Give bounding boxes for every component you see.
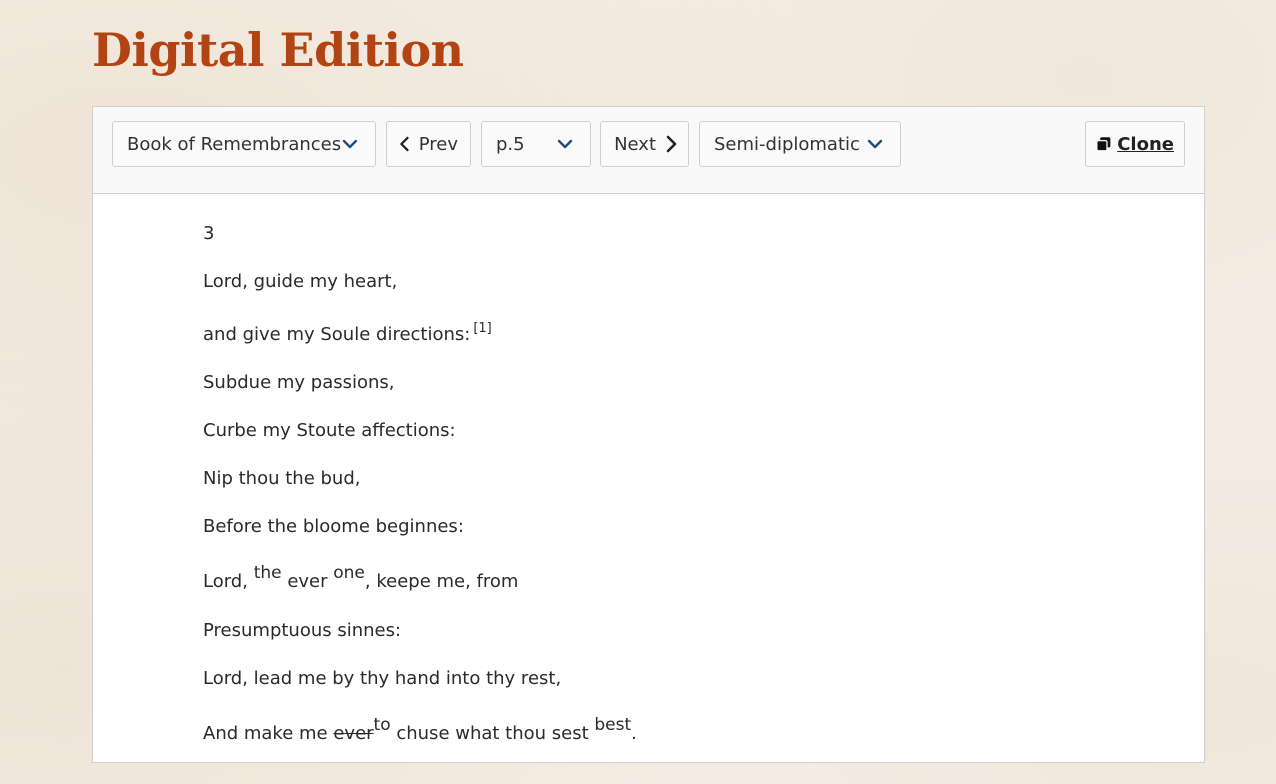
clone-button[interactable]: Clone (1085, 121, 1185, 167)
verse-line: Lord, the ever one, keepe me, from (203, 563, 519, 594)
chevron-down-icon (342, 139, 358, 149)
interlinear-addition: to (373, 715, 391, 735)
chevron-down-icon (557, 139, 573, 149)
verse-line: Nip thou the bud, (203, 468, 361, 489)
footnote-reference[interactable]: [1] (473, 321, 491, 336)
prev-button-label: Prev (418, 133, 458, 155)
interlinear-addition: one (333, 563, 365, 583)
verse-line: Before the bloome beginnes: (203, 516, 464, 537)
chevron-down-icon (867, 139, 883, 149)
verse-text: , keepe me, from (364, 571, 519, 592)
verse-text: chuse what thou sest (390, 723, 595, 744)
edition-viewer: Book of Remembrances Prev p.5 Next Semi- (92, 106, 1205, 763)
view-mode-value: Semi-diplomatic (714, 133, 860, 155)
verse-text: . (631, 723, 637, 744)
page-title: Digital Edition (92, 23, 464, 77)
chevron-right-icon (666, 135, 677, 153)
clone-icon (1096, 137, 1111, 152)
verse-line: And make me everto chuse what thou sest … (203, 715, 637, 746)
verse-line: Curbe my Stoute affections: (203, 420, 456, 441)
verse-line-text: and give my Soule directions: (203, 324, 471, 345)
verse-line: Presumptuous sinnes: (203, 620, 402, 641)
next-page-button[interactable]: Next (600, 121, 689, 167)
verse-line: Subdue my passions, (203, 372, 395, 393)
verse-line: and give my Soule directions: [1] (203, 321, 492, 349)
deleted-text: ever (333, 723, 374, 744)
page-select-value: p.5 (496, 133, 525, 155)
page-select[interactable]: p.5 (481, 121, 591, 167)
viewer-toolbar: Book of Remembrances Prev p.5 Next Semi- (93, 107, 1204, 194)
document-select[interactable]: Book of Remembrances (112, 121, 376, 167)
view-mode-select[interactable]: Semi-diplomatic (699, 121, 901, 167)
verse-text: ever (281, 571, 334, 592)
verse-line: Lord, lead me by thy hand into thy rest, (203, 668, 562, 689)
verse-text: Lord, (203, 571, 254, 592)
interlinear-addition: best (594, 715, 632, 735)
page-number: 3 (203, 223, 215, 244)
chevron-left-icon (400, 136, 409, 152)
verse-text: And make me (203, 723, 334, 744)
prev-page-button[interactable]: Prev (386, 121, 471, 167)
verse-line: Lord, guide my heart, (203, 271, 398, 292)
next-button-label: Next (614, 133, 656, 155)
clone-button-label: Clone (1117, 133, 1174, 155)
document-select-value: Book of Remembrances (127, 133, 342, 155)
interlinear-addition: the (253, 563, 282, 583)
